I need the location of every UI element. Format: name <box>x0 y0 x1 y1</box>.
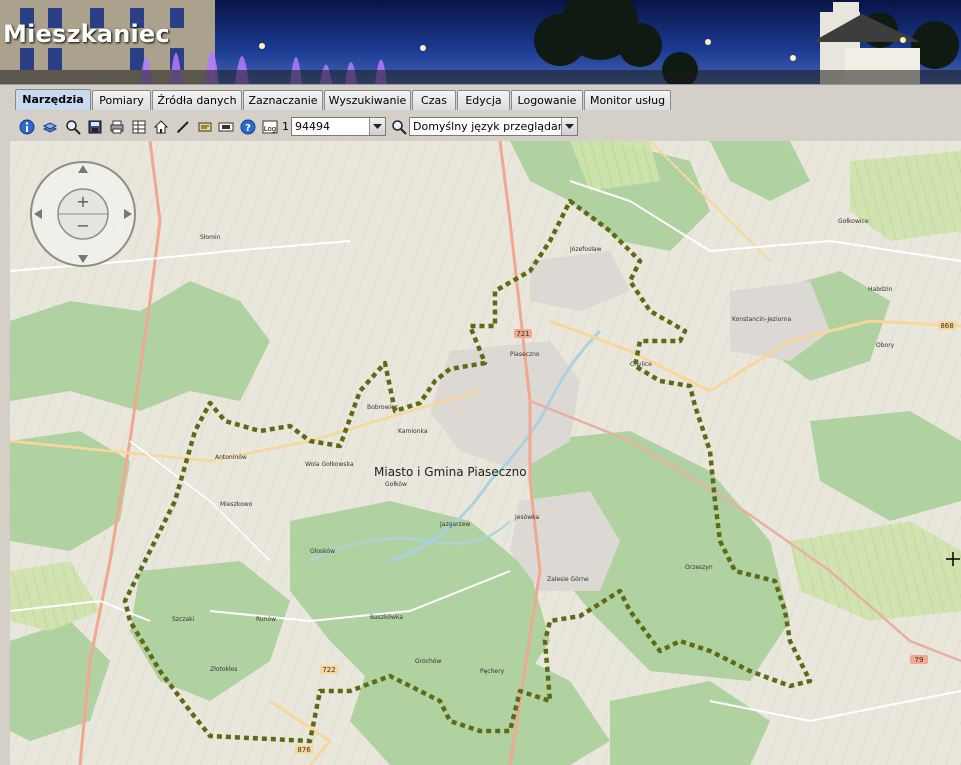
scale-select[interactable]: 94494 <box>291 117 386 136</box>
svg-text:Habdzin: Habdzin <box>868 286 893 293</box>
language-value: Domyślny język przeglądarki <box>413 120 572 133</box>
svg-text:Głosków: Głosków <box>310 548 335 555</box>
overview-icon[interactable] <box>217 118 234 135</box>
svg-text:Wola Gołkowska: Wola Gołkowska <box>305 461 354 468</box>
chevron-down-icon[interactable] <box>561 118 577 135</box>
tab-pomiary[interactable]: Pomiary <box>92 90 151 110</box>
zoom-in-button[interactable]: + <box>76 192 89 211</box>
save-icon[interactable] <box>86 118 103 135</box>
area-label: Miasto i Gmina Piaseczno <box>374 465 527 479</box>
svg-text:Złotokłos: Złotokłos <box>210 666 238 673</box>
tab-zaznaczanie[interactable]: Zaznaczanie <box>243 90 323 110</box>
svg-text:Chylice: Chylice <box>630 361 652 368</box>
map-navigation-control[interactable]: + − <box>28 159 138 269</box>
header-banner: Mieszkaniec <box>0 0 961 84</box>
svg-text:Słomin: Słomin <box>200 234 221 241</box>
svg-text:Piaseczno: Piaseczno <box>510 351 540 358</box>
svg-text:Gróchów: Gróchów <box>415 658 441 665</box>
svg-text:722: 722 <box>322 666 335 674</box>
tab-bar: Narzędzia Pomiary Źródła danych Zaznacza… <box>0 84 961 111</box>
tab-czas[interactable]: Czas <box>412 90 456 110</box>
app-title: Mieszkaniec <box>3 20 170 48</box>
map-canvas[interactable]: 721 79 722 876 868 Piaseczno Konstancin-… <box>10 141 961 765</box>
svg-text:79: 79 <box>915 656 924 664</box>
table-icon[interactable] <box>130 118 147 135</box>
home-icon[interactable] <box>152 118 169 135</box>
help-icon[interactable]: ? <box>239 118 256 135</box>
svg-text:Gołkowice: Gołkowice <box>838 218 869 225</box>
svg-text:Orzeszyn: Orzeszyn <box>685 564 713 571</box>
svg-text:Antoninów: Antoninów <box>215 454 247 461</box>
svg-text:Gołków: Gołków <box>385 481 407 488</box>
bookmark-icon[interactable] <box>196 118 213 135</box>
svg-text:Konstancin-Jeziorna: Konstancin-Jeziorna <box>732 316 791 323</box>
tab-edycja[interactable]: Edycja <box>457 90 510 110</box>
svg-text:Runów: Runów <box>256 616 276 623</box>
log-label: Log <box>263 125 276 133</box>
tab-monitor-uslug[interactable]: Monitor usług <box>584 90 671 110</box>
language-select[interactable]: Domyślny język przeglądarki <box>409 117 578 136</box>
tab-narzedzia[interactable]: Narzędzia <box>15 89 91 110</box>
tab-logowanie[interactable]: Logowanie <box>511 90 583 110</box>
svg-text:721: 721 <box>516 330 529 338</box>
svg-text:?: ? <box>245 123 251 134</box>
log-icon[interactable]: Log <box>261 118 278 135</box>
svg-text:Mieszkowo: Mieszkowo <box>220 501 253 508</box>
tab-zrodla-danych[interactable]: Źródła danych <box>152 90 242 110</box>
zoom-language-icon[interactable] <box>390 118 407 135</box>
chevron-down-icon[interactable] <box>369 118 385 135</box>
svg-text:Zalesie Górne: Zalesie Górne <box>547 576 589 583</box>
svg-text:Pęchery: Pęchery <box>480 668 505 675</box>
pen-icon[interactable] <box>174 118 191 135</box>
svg-text:Józefosław: Józefosław <box>569 246 602 253</box>
svg-text:Kamionka: Kamionka <box>398 428 428 435</box>
svg-text:876: 876 <box>297 746 311 754</box>
svg-text:Obory: Obory <box>876 342 895 349</box>
zoom-icon[interactable] <box>64 118 81 135</box>
scale-value: 94494 <box>295 120 330 133</box>
print-icon[interactable] <box>108 118 125 135</box>
toolbar: ? Log 1 : 94494 Domyślny język przegląda… <box>0 110 961 142</box>
info-icon[interactable] <box>18 118 35 135</box>
map-svg[interactable]: 721 79 722 876 868 Piaseczno Konstancin-… <box>10 141 961 765</box>
svg-text:Jazgarzew: Jazgarzew <box>439 521 470 528</box>
svg-text:Szczaki: Szczaki <box>172 616 195 623</box>
svg-text:868: 868 <box>940 322 953 330</box>
svg-text:Baszkówka: Baszkówka <box>370 614 403 621</box>
zoom-out-button[interactable]: − <box>76 216 89 235</box>
layers-icon[interactable] <box>41 118 58 135</box>
svg-text:Jesówka: Jesówka <box>514 514 540 521</box>
tab-wyszukiwanie[interactable]: Wyszukiwanie <box>324 90 411 110</box>
